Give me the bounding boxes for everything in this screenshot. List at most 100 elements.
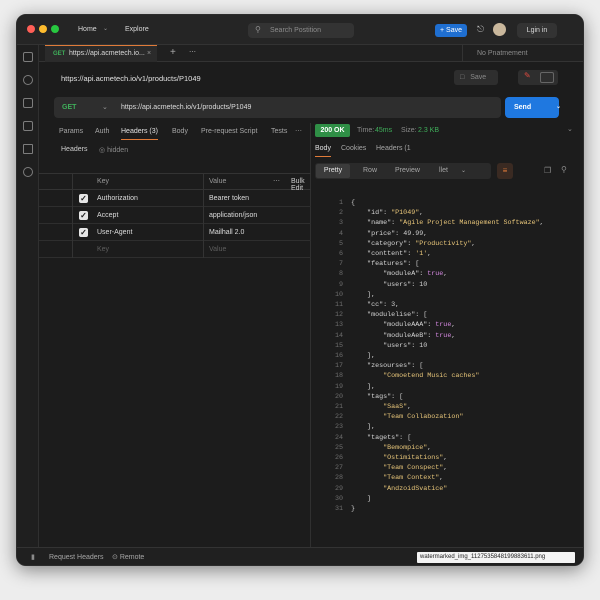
tab-auth[interactable]: Auth: [95, 123, 109, 140]
collections-icon[interactable]: [23, 52, 33, 62]
row-checkbox[interactable]: ✓: [79, 228, 88, 237]
header-value[interactable]: Mailhall 2.0: [209, 224, 244, 241]
search-input[interactable]: Search Postition: [248, 23, 354, 38]
row-checkbox[interactable]: ✓: [79, 194, 88, 203]
size-label: Size:: [401, 127, 417, 134]
headers-table-header: Key Value ⋯ Bulk Edit: [39, 173, 311, 192]
column-value: Value: [209, 178, 227, 185]
copy-icon[interactable]: ❐: [544, 166, 551, 175]
line-number: 21: [334, 403, 343, 411]
search-icon: ⚲: [255, 25, 261, 34]
line-content: {: [351, 199, 356, 207]
save-workspace-button[interactable]: + Save: [435, 24, 467, 37]
bell-icon[interactable]: ⎋: [477, 24, 484, 35]
tab-response-headers[interactable]: Headers (1: [376, 145, 411, 152]
mock-servers-icon[interactable]: [23, 121, 33, 131]
line-number: 9: [338, 280, 343, 289]
view-raw[interactable]: Row: [363, 167, 377, 174]
flows-icon[interactable]: [23, 144, 33, 154]
environments-icon[interactable]: [23, 98, 33, 108]
request-title: https://api.acmetech.io/v1/products/P104…: [61, 74, 201, 83]
apis-icon[interactable]: [23, 75, 33, 85]
view-toggle[interactable]: ✎: [518, 70, 558, 85]
status-badge: 200 OK: [315, 124, 350, 137]
line-number: 4: [338, 229, 343, 238]
search-placeholder: Search Postition: [270, 27, 321, 34]
line-content: "Bemompice",: [351, 443, 432, 452]
line-number: 7: [338, 260, 343, 269]
row-checkbox[interactable]: ✓: [79, 211, 88, 220]
column-divider: [72, 190, 73, 207]
new-value-input[interactable]: Value: [209, 241, 226, 258]
json-response-body[interactable]: 1 {2 "id": "P1049", 3 "name": "Agile Proje…: [319, 198, 581, 518]
line-content: "Team Collabozation": [351, 413, 464, 422]
save-label: Save: [446, 27, 462, 34]
tab-body[interactable]: Body: [172, 123, 188, 140]
remote-status[interactable]: ⊙ Remote: [112, 548, 145, 565]
hidden-label: hidden: [107, 147, 129, 154]
chevron-down-icon[interactable]: ⌄: [547, 97, 561, 118]
view-preview[interactable]: Preview: [395, 167, 420, 174]
more-icon[interactable]: ⋯: [273, 177, 280, 185]
more-icon[interactable]: ⋯: [295, 123, 302, 140]
left-icon-sidebar: [17, 45, 39, 547]
line-content: "tagets": [: [351, 433, 412, 442]
send-button[interactable]: Send ⌄: [505, 97, 561, 118]
chevron-down-icon: ⌄: [575, 45, 583, 62]
tab-headers[interactable]: Headers (3): [121, 123, 158, 140]
save-request-button[interactable]: □ Save: [454, 70, 498, 85]
request-tab[interactable]: GET https://api.acmetech.io... ×: [45, 45, 157, 62]
avatar[interactable]: [493, 23, 506, 36]
format-select[interactable]: llet ⌄: [433, 164, 471, 178]
line-number: 18: [334, 372, 343, 381]
environment-select[interactable]: No Pnatmement ⌄: [462, 45, 583, 62]
request-headers-status[interactable]: Request Headers: [49, 548, 103, 565]
explore-link[interactable]: Explore: [125, 26, 149, 33]
new-key-input[interactable]: Key: [97, 241, 109, 258]
line-number: 27: [334, 464, 343, 473]
line-number: 8: [338, 270, 343, 279]
search-icon[interactable]: ⚲: [561, 165, 567, 174]
view-pretty[interactable]: Pretty: [316, 164, 350, 178]
sidebar-toggle-icon[interactable]: ▮: [31, 548, 35, 565]
tab-pre-request-script[interactable]: Pre-request Script: [201, 123, 257, 140]
minimize-window-button[interactable]: [39, 25, 47, 33]
line-number: 14: [334, 331, 343, 340]
url-input[interactable]: https://api.acmetech.io/v1/products/P104…: [121, 104, 251, 111]
line-number: 2: [338, 209, 343, 218]
line-number: 31: [334, 505, 343, 513]
chevron-down-icon: ⌄: [103, 26, 109, 32]
new-tab-icon[interactable]: +: [170, 45, 176, 61]
line-number: 23: [334, 423, 343, 432]
header-key[interactable]: Accept: [97, 207, 118, 224]
header-key[interactable]: User-Agent: [97, 224, 132, 241]
doc-icon[interactable]: [540, 72, 554, 83]
request-tab-bar: GET https://api.acmetech.io... × + ⋯ No …: [39, 45, 583, 62]
line-number: 11: [334, 301, 343, 309]
history-icon[interactable]: [23, 167, 33, 177]
maximize-window-button[interactable]: [51, 25, 59, 33]
home-menu[interactable]: Home: [78, 26, 97, 33]
hidden-toggle[interactable]: ◎ hidden: [99, 146, 128, 154]
table-row: ✓ Authorization Bearer token: [39, 190, 311, 207]
tab-tests[interactable]: Tests: [271, 123, 287, 140]
url-bar: GET ⌄ https://api.acmetech.io/v1/product…: [54, 97, 501, 118]
close-icon[interactable]: ×: [147, 46, 151, 62]
header-value[interactable]: Bearer token: [209, 190, 249, 207]
tab-cookies[interactable]: Cookies: [341, 145, 366, 152]
header-key[interactable]: Authorization: [97, 190, 138, 207]
remote-label: Remote: [119, 554, 145, 561]
login-button[interactable]: Lgin in: [517, 23, 557, 38]
tab-response-body[interactable]: Body: [315, 145, 331, 157]
edit-icon[interactable]: ✎: [524, 71, 531, 80]
header-value[interactable]: application/json: [209, 207, 257, 224]
request-editor: Params Auth Headers (3) Body Pre-request…: [39, 123, 311, 547]
close-window-button[interactable]: [27, 25, 35, 33]
more-tabs-icon[interactable]: ⋯: [189, 45, 196, 61]
chevron-down-icon[interactable]: ⌄: [567, 125, 573, 133]
tab-params[interactable]: Params: [59, 123, 83, 140]
line-content: ]: [351, 494, 372, 503]
format-label: llet: [439, 167, 448, 174]
wrap-lines-icon[interactable]: ≡: [497, 163, 513, 179]
method-select[interactable]: GET: [62, 104, 76, 111]
